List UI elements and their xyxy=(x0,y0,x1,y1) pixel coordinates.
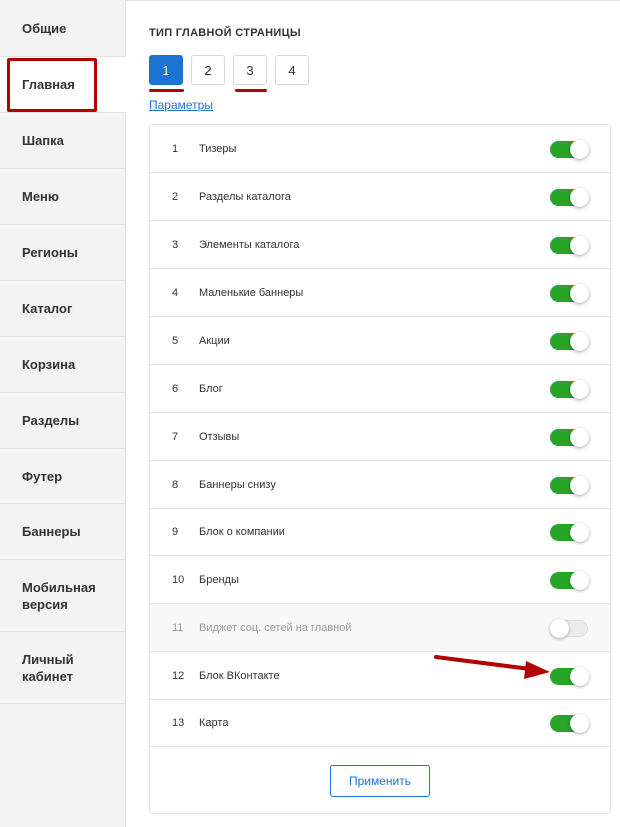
active-item-highlight xyxy=(7,58,97,112)
sidebar-item-general[interactable]: Общие xyxy=(0,0,125,57)
annotation-underline-3 xyxy=(235,89,267,92)
block-toggle[interactable] xyxy=(550,332,589,351)
annotation-underline-1 xyxy=(149,89,184,92)
sidebar-item-mobile[interactable]: Мобильная версия xyxy=(0,560,125,632)
block-row: 12 Блок ВКонтакте xyxy=(150,652,610,700)
toggle-knob xyxy=(570,667,589,686)
sidebar-item-label: Корзина xyxy=(22,357,76,372)
sidebar-item-regions[interactable]: Регионы xyxy=(0,225,125,281)
block-number: 7 xyxy=(172,430,179,443)
block-row: 2 Разделы каталога xyxy=(150,173,610,221)
toggle-knob xyxy=(570,714,589,733)
sidebar-item-menu[interactable]: Меню xyxy=(0,169,125,225)
sidebar-item-banners[interactable]: Баннеры xyxy=(0,504,125,560)
type-button-4[interactable]: 4 xyxy=(275,55,309,85)
sidebar-item-label: Личный кабинет xyxy=(22,651,74,684)
block-toggle[interactable] xyxy=(550,428,589,447)
toggle-knob xyxy=(570,476,589,495)
block-label: Маленькие баннеры xyxy=(199,286,304,299)
block-label: Тизеры xyxy=(199,142,237,155)
block-toggle[interactable] xyxy=(550,284,589,303)
block-row: 11 Виджет соц. сетей на главной xyxy=(150,604,610,652)
block-row: 13 Карта xyxy=(150,699,610,747)
block-number: 4 xyxy=(172,286,179,299)
block-row: 7 Отзывы xyxy=(150,413,610,461)
sidebar-item-label: Регионы xyxy=(22,245,78,260)
block-row: 6 Блог xyxy=(150,365,610,413)
block-number: 10 xyxy=(172,573,185,586)
block-toggle[interactable] xyxy=(550,236,589,255)
block-toggle[interactable] xyxy=(550,714,589,733)
block-label: Разделы каталога xyxy=(199,190,291,203)
toggle-knob xyxy=(570,332,589,351)
block-label: Акции xyxy=(199,334,230,347)
type-button-3[interactable]: 3 xyxy=(233,55,267,85)
sidebar-item-cart[interactable]: Корзина xyxy=(0,337,125,393)
toggle-knob xyxy=(570,284,589,303)
type-button-2[interactable]: 2 xyxy=(191,55,225,85)
toggle-knob xyxy=(570,380,589,399)
block-row: 3 Элементы каталога xyxy=(150,221,610,269)
block-number: 1 xyxy=(172,142,179,155)
block-toggle[interactable] xyxy=(550,667,589,686)
params-link[interactable]: Параметры xyxy=(149,98,213,112)
sidebar-item-label: Баннеры xyxy=(22,524,81,539)
toggle-knob xyxy=(570,523,589,542)
block-row: 10 Бренды xyxy=(150,556,610,604)
sidebar-item-header[interactable]: Шапка xyxy=(0,113,125,169)
sidebar-item-label: Каталог xyxy=(22,301,73,316)
apply-button[interactable]: Применить xyxy=(330,765,430,797)
sidebar-item-sections[interactable]: Разделы xyxy=(0,393,125,449)
block-number: 3 xyxy=(172,238,179,251)
sidebar-item-label: Общие xyxy=(22,20,67,36)
toggle-knob xyxy=(570,571,589,590)
block-number: 8 xyxy=(172,478,179,491)
block-row: 1 Тизеры xyxy=(150,125,610,173)
sidebar-item-catalog[interactable]: Каталог xyxy=(0,281,125,337)
top-divider xyxy=(126,0,620,1)
type-button-1[interactable]: 1 xyxy=(149,55,183,85)
block-label: Элементы каталога xyxy=(199,238,300,251)
block-row: 9 Блок о компании xyxy=(150,508,610,556)
block-toggle[interactable] xyxy=(550,188,589,207)
toggle-knob xyxy=(570,188,589,207)
block-number: 5 xyxy=(172,334,179,347)
block-toggle[interactable] xyxy=(550,476,589,495)
block-label: Виджет соц. сетей на главной xyxy=(199,621,352,634)
block-label: Блок о компании xyxy=(199,525,285,538)
block-label: Блок ВКонтакте xyxy=(199,669,280,682)
block-number: 12 xyxy=(172,669,185,682)
toggle-knob xyxy=(570,236,589,255)
block-toggle[interactable] xyxy=(550,619,588,638)
sidebar-item-account[interactable]: Личный кабинет xyxy=(0,632,125,704)
block-label: Бренды xyxy=(199,573,239,586)
block-toggle[interactable] xyxy=(550,380,589,399)
block-label: Отзывы xyxy=(199,430,240,443)
block-row: 5 Акции xyxy=(150,317,610,365)
block-toggle[interactable] xyxy=(550,140,589,159)
block-number: 13 xyxy=(172,716,185,729)
block-number: 6 xyxy=(172,382,179,395)
block-label: Блог xyxy=(199,382,223,395)
settings-sidebar: Общие Главная Шапка Меню Регионы Каталог… xyxy=(0,0,127,827)
sidebar-item-label: Меню xyxy=(22,189,60,204)
block-label: Баннеры снизу xyxy=(199,478,276,491)
block-toggle[interactable] xyxy=(550,571,589,590)
block-toggle[interactable] xyxy=(550,523,589,542)
section-title: ТИП ГЛАВНОЙ СТРАНИЦЫ xyxy=(149,27,301,39)
block-number: 2 xyxy=(172,190,179,203)
block-row: 4 Маленькие баннеры xyxy=(150,269,610,317)
toggle-knob xyxy=(550,619,569,638)
sidebar-item-label: Мобильная версия xyxy=(22,579,96,612)
block-label: Карта xyxy=(199,716,229,729)
block-number: 11 xyxy=(172,621,184,634)
sidebar-item-label: Разделы xyxy=(22,413,80,428)
sidebar-item-label: Шапка xyxy=(22,133,64,148)
toggle-knob xyxy=(570,428,589,447)
toggle-knob xyxy=(570,140,589,159)
sidebar-item-label: Футер xyxy=(22,468,63,484)
block-number: 9 xyxy=(172,525,179,538)
block-row: 8 Баннеры снизу xyxy=(150,461,610,509)
sidebar-item-footer[interactable]: Футер xyxy=(0,449,125,504)
